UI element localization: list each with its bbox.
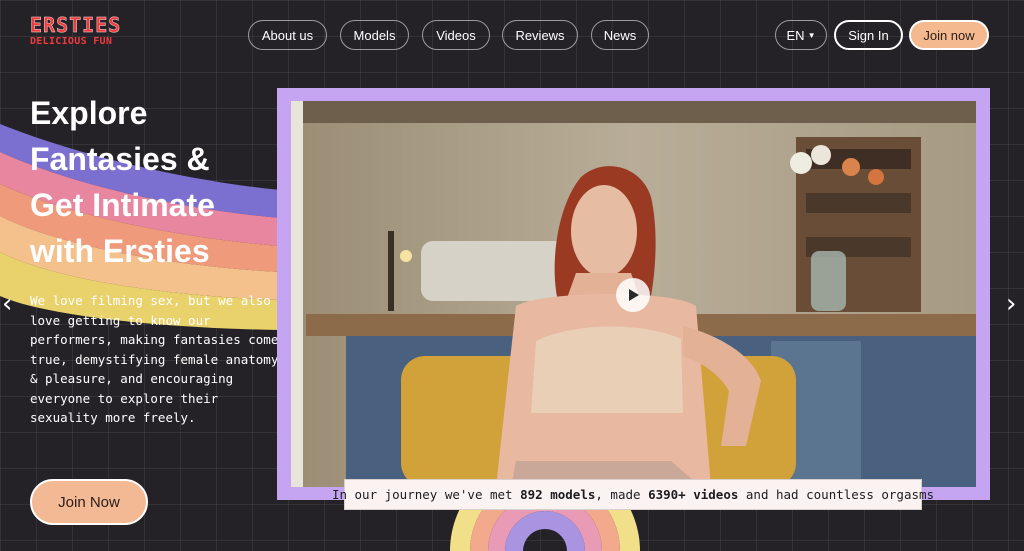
headline-line: Fantasies & [30, 141, 210, 177]
nav-label: Reviews [515, 27, 565, 43]
chevron-left-icon[interactable]: ‹ [2, 291, 12, 317]
stats-videos: 6390+ videos [648, 487, 739, 502]
chevron-right-icon[interactable]: › [1006, 291, 1016, 317]
nav-label: About us [261, 27, 314, 43]
stats-suffix: and had countless orgasms [745, 487, 935, 502]
headline-line: Get Intimate [30, 187, 215, 223]
join-label: Join now [923, 27, 975, 43]
hero-join-label: Join Now [58, 493, 120, 511]
stats-models: 892 models [520, 487, 596, 502]
sign-in-button[interactable]: Sign In [834, 20, 903, 50]
logo-tagline: DELICIOUS FUN [30, 36, 113, 47]
play-icon [629, 289, 639, 301]
nav-reviews[interactable]: Reviews [502, 20, 578, 50]
headline-line: with Ersties [30, 233, 210, 269]
stats-middle: , made [595, 487, 641, 502]
logo-title: ERSTIES [30, 13, 122, 37]
nav-label: Videos [436, 27, 476, 43]
hero-description: We love filming sex, but we also love ge… [30, 293, 279, 425]
nav-news[interactable]: News [591, 20, 649, 50]
nav-models[interactable]: Models [340, 20, 409, 50]
stats-prefix: In our journey we've met [331, 487, 513, 502]
sign-in-label: Sign In [848, 27, 889, 43]
logo[interactable]: ERSTIES DELICIOUS FUN [30, 13, 122, 48]
join-now-button[interactable]: Join now [909, 20, 989, 50]
play-button[interactable] [616, 278, 650, 312]
caret-down-icon: ▼ [807, 30, 816, 40]
nav-about-us[interactable]: About us [248, 20, 327, 50]
hero-join-button[interactable]: Join Now [30, 479, 148, 525]
language-selector[interactable]: EN ▼ [775, 20, 827, 50]
nav-label: Models [353, 27, 396, 43]
stats-banner: In our journey we've met 892 models, mad… [332, 479, 934, 510]
hero-headline: Explore Fantasies & Get Intimate with Er… [30, 90, 290, 274]
nav-videos[interactable]: Videos [422, 20, 490, 50]
nav-label: News [603, 27, 637, 43]
language-label: EN [786, 27, 805, 43]
headline-line: Explore [30, 95, 148, 131]
